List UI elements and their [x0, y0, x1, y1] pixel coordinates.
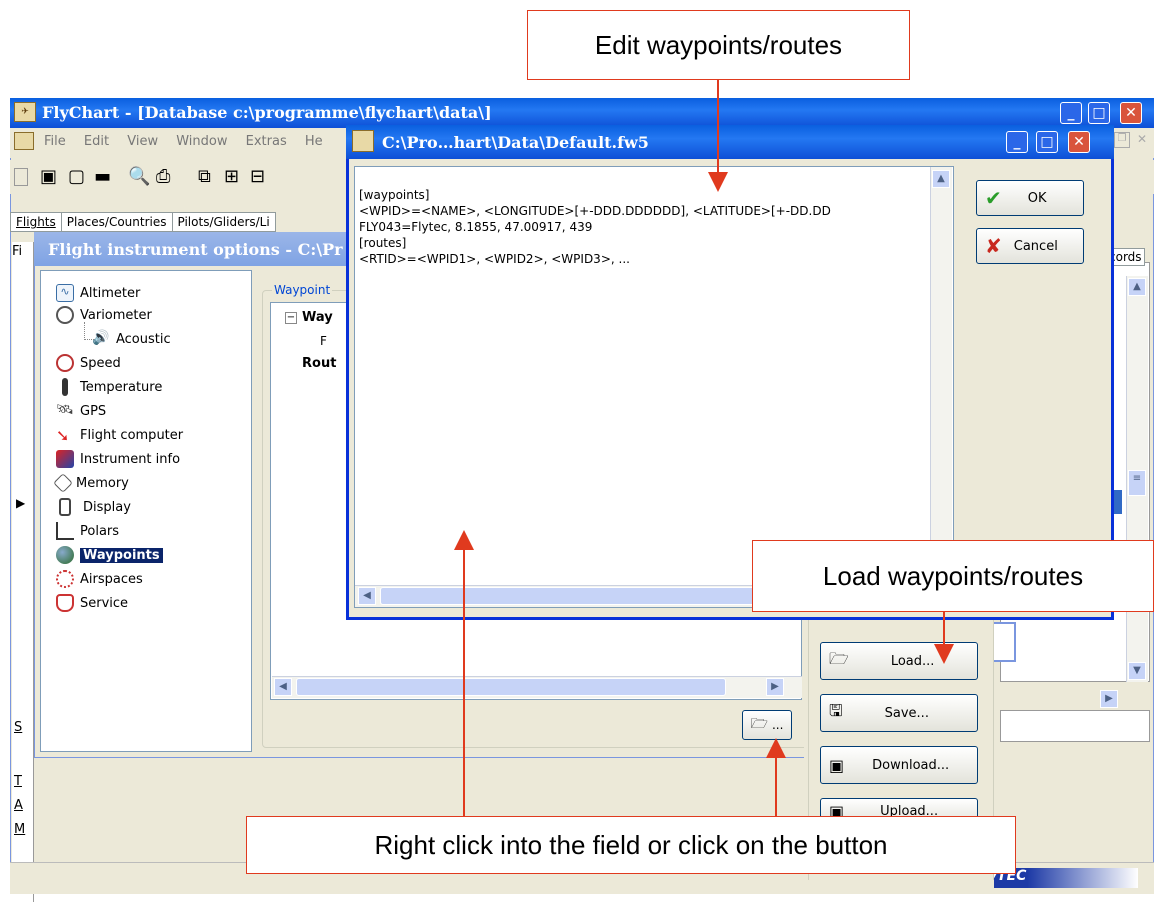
- edit-callout-text: Edit waypoints/routes: [594, 30, 843, 60]
- right-click-callout: Right click into the field or click on t…: [246, 816, 1016, 874]
- load-callout: Load waypoints/routes: [752, 540, 1154, 612]
- right-click-callout-text: Right click into the field or click on t…: [374, 830, 888, 860]
- callout-arrows: [454, 80, 954, 816]
- edit-callout: Edit waypoints/routes: [527, 10, 910, 80]
- load-callout-text: Load waypoints/routes: [822, 561, 1084, 591]
